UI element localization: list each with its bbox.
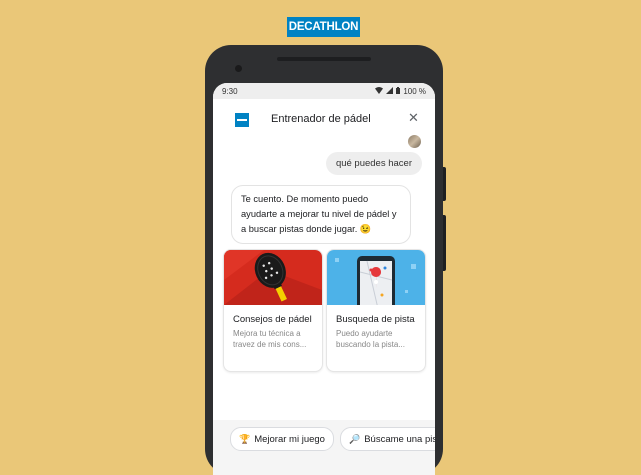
suggestion-chips: 🏆 Mejorar mi juego 🔎 Búscame una pis	[213, 420, 435, 475]
user-message: qué puedes hacer	[325, 152, 422, 175]
page-title: Entrenador de pádel	[271, 113, 371, 125]
chip-label: Búscame una pis	[364, 433, 435, 445]
bot-message: Te cuento. De momento puedo ayudarte a m…	[231, 185, 411, 244]
chip-buscar-pista[interactable]: 🔎 Búscame una pis	[340, 427, 435, 451]
card-title: Consejos de pádel	[233, 314, 312, 325]
signal-icon	[386, 86, 394, 96]
padel-racket-image	[224, 250, 322, 305]
phone-speaker	[277, 57, 371, 61]
close-icon[interactable]: ✕	[408, 110, 419, 126]
card-busqueda[interactable]: Busqueda de pista Puedo ayudarte buscand…	[326, 249, 426, 372]
volume-button	[443, 167, 446, 201]
chip-label: Mejorar mi juego	[254, 433, 325, 445]
magnifier-icon: 🔎	[349, 433, 361, 444]
card-description: Puedo ayudarte buscando la pista...	[336, 329, 405, 349]
decathlon-logo: DECATHLON	[287, 17, 360, 37]
card-consejos[interactable]: Consejos de pádel Mejora tu técnica a tr…	[223, 249, 323, 372]
battery-level: 100 %	[403, 86, 426, 96]
chip-mejorar-juego[interactable]: 🏆 Mejorar mi juego	[230, 427, 334, 451]
status-time: 9:30	[222, 86, 238, 96]
user-avatar	[408, 135, 421, 148]
phone-screen: 9:30 100 % Entrenador de pádel ✕ qué pue…	[213, 83, 435, 475]
chat-header: Entrenador de pádel ✕	[213, 99, 435, 139]
card-description: Mejora tu técnica a travez de mis cons..…	[233, 329, 307, 349]
decathlon-app-icon	[235, 113, 249, 127]
battery-icon	[396, 86, 401, 96]
status-bar: 9:30 100 %	[213, 83, 435, 99]
wifi-icon	[375, 86, 384, 96]
card-title: Busqueda de pista	[336, 314, 415, 325]
trophy-icon: 🏆	[239, 433, 251, 444]
status-icons: 100 %	[375, 86, 426, 96]
phone-frame: 9:30 100 % Entrenador de pádel ✕ qué pue…	[205, 45, 446, 475]
phone-camera	[235, 65, 242, 72]
power-button	[443, 215, 446, 271]
map-phone-image	[327, 250, 425, 305]
